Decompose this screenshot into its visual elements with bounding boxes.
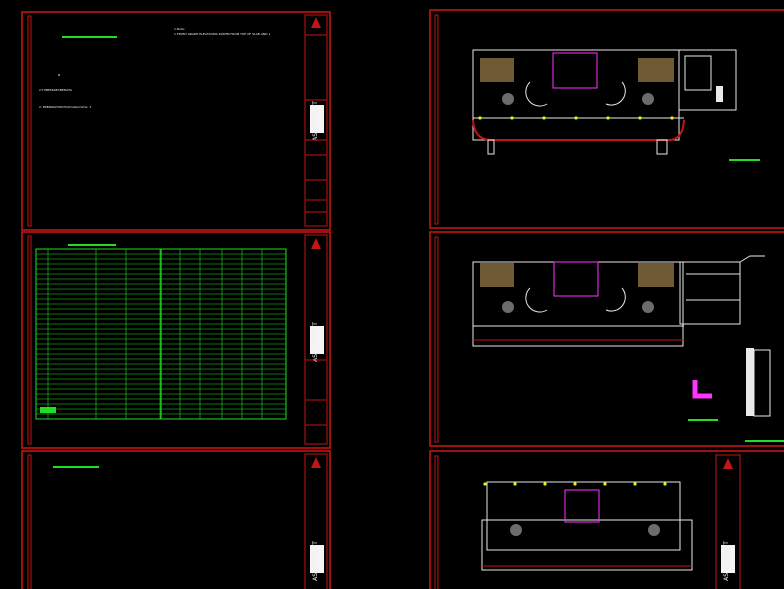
title-block-label: ASSIGNMENT bbox=[723, 541, 730, 581]
main-note-line: 2:TUBES6RECNEMATA bbox=[39, 88, 73, 92]
title-block-label: ASSIGNMENT bbox=[312, 541, 319, 581]
table-grid-line bbox=[40, 407, 56, 413]
seating-area bbox=[638, 58, 674, 82]
seating-area bbox=[480, 58, 514, 82]
title-block-label: ASSIGNMENT bbox=[312, 101, 319, 141]
title-block-label: ASSIGNMENT bbox=[312, 322, 319, 362]
canvas-background bbox=[0, 0, 784, 589]
note-dot bbox=[58, 74, 60, 76]
top-right-note: 1.Note: bbox=[174, 27, 185, 31]
second-note-line: 2: PREPARATION Estimated time: 3 bbox=[39, 105, 91, 109]
cad-drawing-canvas[interactable]: ASSIGNMENT 1.Note: 1.FINISH GRADE ELEVAT… bbox=[0, 0, 784, 589]
top-right-detail: 1.FINISH GRADE ELEVATIONS 400MM FROM TOP… bbox=[174, 32, 270, 36]
